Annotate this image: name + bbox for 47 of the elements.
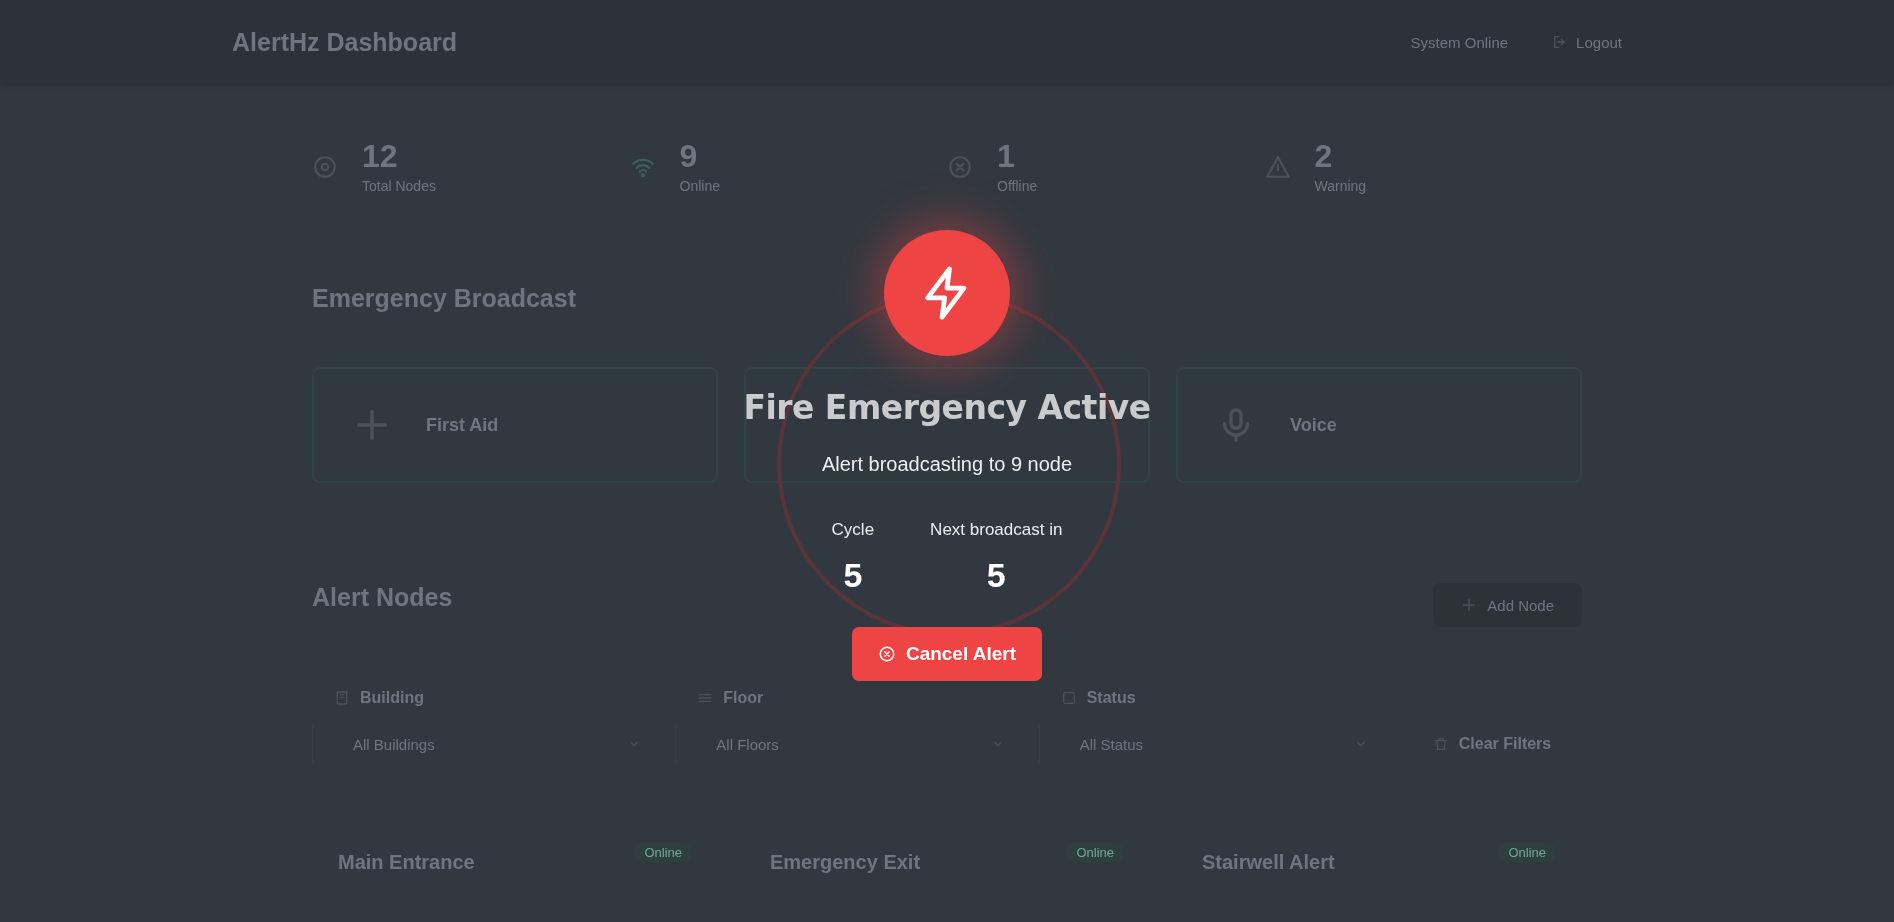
- counter-value: 5: [843, 556, 863, 595]
- triangle-icon: [1264, 154, 1291, 180]
- trash-icon: [1432, 736, 1449, 752]
- filter-dropdown[interactable]: All Buildings: [312, 725, 650, 763]
- filter-label: Floor: [723, 689, 764, 707]
- clear-filters-button[interactable]: Clear Filters: [1402, 725, 1582, 763]
- cancel-alert-button[interactable]: Cancel Alert: [852, 627, 1042, 681]
- alert-type-name: First Aid: [426, 414, 499, 436]
- counter-label: Next broadcast in: [930, 520, 1063, 540]
- modal-message: Alert broadcasting to 9 node: [821, 453, 1073, 476]
- app-title: AlertHz Dashboard: [232, 27, 458, 57]
- plus-icon: [1461, 597, 1478, 613]
- logout-link[interactable]: Logout: [1552, 33, 1622, 51]
- stat-value: 1: [997, 140, 1016, 172]
- filter-dropdown[interactable]: All Floors: [675, 725, 1013, 763]
- node-name: Emergency Exit: [770, 851, 921, 874]
- modal-title: Fire Emergency Active: [743, 388, 1151, 427]
- stat-value: 9: [679, 140, 699, 172]
- add-node-button[interactable]: Add Node: [1433, 583, 1582, 627]
- counter-label: Cycle: [831, 520, 875, 540]
- filter-label: Status: [1086, 689, 1136, 707]
- section-title: Emergency Broadcast: [312, 284, 577, 313]
- filter-dropdown[interactable]: All Status: [1038, 725, 1376, 763]
- stat-label: Online: [679, 178, 720, 194]
- filter-label: Building: [360, 689, 424, 707]
- node-name: Main Entrance: [338, 851, 475, 874]
- alert-type-card[interactable]: [744, 367, 1150, 483]
- stat-label: Offline: [997, 178, 1038, 194]
- alert-type-card[interactable]: First Aid: [312, 367, 718, 483]
- close-circle-icon: [877, 645, 896, 663]
- circle-icon: [312, 154, 338, 180]
- stat-label: Warning: [1314, 178, 1367, 194]
- status-badge: Online: [1498, 843, 1556, 862]
- section-title: Alert Nodes: [312, 583, 453, 612]
- node-name: Stairwell Alert: [1202, 851, 1335, 874]
- alert-type-name: Voice: [1290, 414, 1337, 436]
- stat-value: 2: [1314, 140, 1334, 172]
- stat-value: 12: [362, 140, 399, 172]
- stat-label: Total Nodes: [362, 178, 436, 194]
- status-text: System Online: [1410, 33, 1509, 51]
- status-badge: Online: [1066, 843, 1124, 862]
- building-icon: [334, 690, 350, 706]
- counter-value: 5: [986, 556, 1006, 595]
- square-icon: [1060, 690, 1077, 706]
- status-badge: Online: [634, 843, 692, 862]
- cross-circle-icon: [947, 154, 973, 180]
- alert-type-card[interactable]: Voice: [1176, 367, 1582, 483]
